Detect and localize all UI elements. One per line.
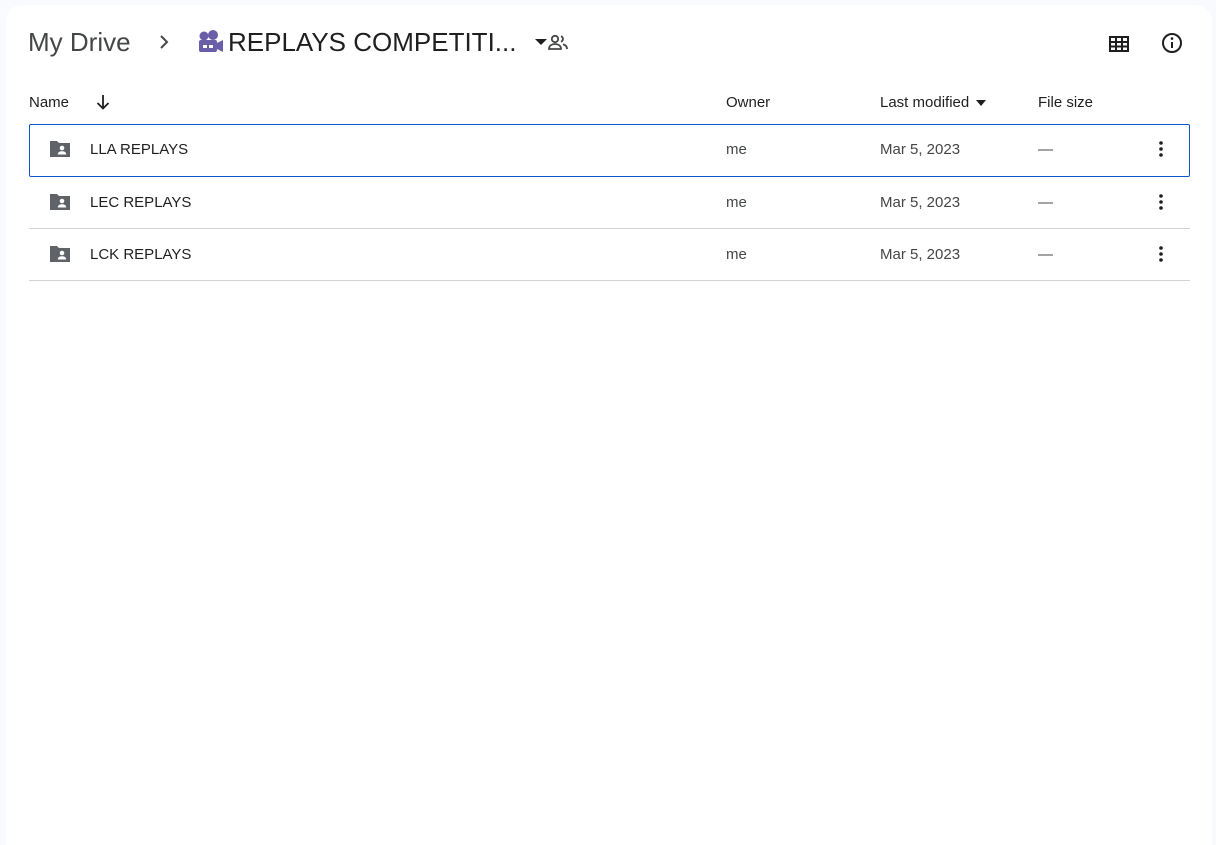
row-owner: me xyxy=(726,141,747,158)
row-last-modified: Mar 5, 2023 xyxy=(880,194,961,211)
row-owner: me xyxy=(726,194,747,211)
row-file-size: — xyxy=(1038,194,1053,211)
row-name: LCK REPLAYS xyxy=(90,246,192,263)
main-panel: My Drive REPLAYS COMPETITI... Name Owner… xyxy=(6,5,1212,845)
row-owner: me xyxy=(726,246,747,263)
shared-folder-icon xyxy=(50,246,70,262)
info-icon[interactable] xyxy=(1160,31,1184,55)
current-folder-title: REPLAYS COMPETITI... xyxy=(228,27,517,57)
people-icon[interactable] xyxy=(546,31,570,55)
column-header-last-modified[interactable]: Last modified xyxy=(880,93,987,113)
row-file-size: — xyxy=(1038,141,1053,158)
column-header-name[interactable]: Name xyxy=(29,93,69,113)
grid-view-icon[interactable] xyxy=(1106,31,1132,57)
column-header-owner: Owner xyxy=(726,94,771,111)
row-last-modified: Mar 5, 2023 xyxy=(880,141,961,158)
shared-folder-icon xyxy=(50,141,70,157)
table-header: Name Owner Last modified File size xyxy=(29,81,1190,124)
shared-folder-icon xyxy=(50,194,70,210)
column-header-file-size: File size xyxy=(1038,94,1094,111)
row-last-modified: Mar 5, 2023 xyxy=(880,246,961,263)
arrow-down-icon[interactable] xyxy=(95,93,111,111)
table-row[interactable]: LEC REPLAYS me Mar 5, 2023 — xyxy=(29,177,1190,229)
breadcrumb-my-drive[interactable]: My Drive xyxy=(28,25,131,59)
more-vert-icon[interactable] xyxy=(1153,138,1169,160)
table-row[interactable]: LLA REPLAYS me Mar 5, 2023 — xyxy=(29,124,1190,177)
column-header-last-modified-label: Last modified xyxy=(880,94,970,111)
header: My Drive REPLAYS COMPETITI... xyxy=(6,5,1212,81)
breadcrumb-current-folder[interactable]: REPLAYS COMPETITI... xyxy=(196,23,548,61)
row-name: LLA REPLAYS xyxy=(90,141,189,158)
row-name: LEC REPLAYS xyxy=(90,194,192,211)
table-row[interactable]: LCK REPLAYS me Mar 5, 2023 — xyxy=(29,229,1190,281)
row-file-size: — xyxy=(1038,246,1053,263)
caret-down-icon xyxy=(976,100,987,106)
more-vert-icon[interactable] xyxy=(1153,191,1169,213)
file-list: Name Owner Last modified File size LLA R… xyxy=(29,81,1190,281)
more-vert-icon[interactable] xyxy=(1153,243,1169,265)
video-camera-icon xyxy=(199,30,223,52)
chevron-right-icon xyxy=(160,35,169,49)
